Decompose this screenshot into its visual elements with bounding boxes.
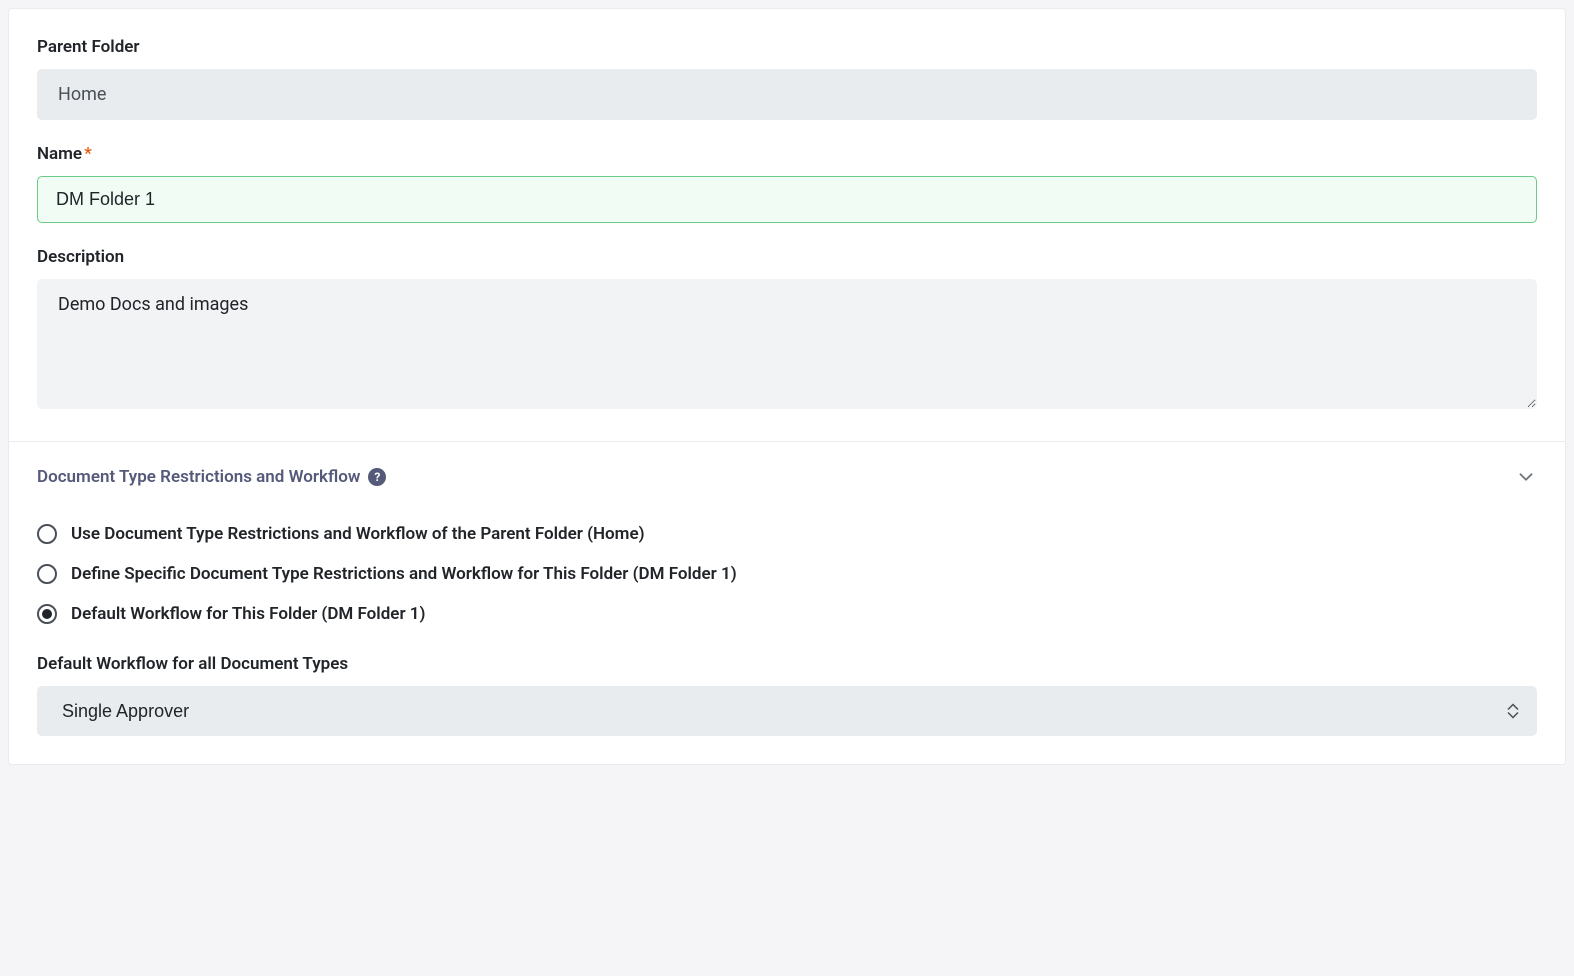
workflow-radio-inherit[interactable] [37, 524, 57, 544]
parent-folder-value: Home [37, 69, 1537, 120]
workflow-option-specific[interactable]: Define Specific Document Type Restrictio… [37, 564, 1537, 584]
workflow-option-specific-label: Define Specific Document Type Restrictio… [71, 564, 737, 584]
workflow-section-title: Document Type Restrictions and Workflow [37, 467, 360, 487]
workflow-radio-specific[interactable] [37, 564, 57, 584]
name-input[interactable] [37, 176, 1537, 223]
default-workflow-select-wrap: Single Approver [37, 686, 1537, 736]
workflow-title-wrap: Document Type Restrictions and Workflow … [37, 467, 386, 487]
description-textarea[interactable]: Demo Docs and images [37, 279, 1537, 409]
parent-folder-label: Parent Folder [37, 37, 1537, 57]
workflow-radio-group: Use Document Type Restrictions and Workf… [37, 524, 1537, 624]
description-group: Description Demo Docs and images [37, 247, 1537, 413]
workflow-option-default-label: Default Workflow for This Folder (DM Fol… [71, 604, 425, 624]
default-workflow-label: Default Workflow for all Document Types [37, 654, 1537, 674]
name-group: Name* [37, 144, 1537, 223]
name-label: Name* [37, 144, 1537, 164]
workflow-radio-default[interactable] [37, 604, 57, 624]
workflow-option-inherit-label: Use Document Type Restrictions and Workf… [71, 524, 645, 544]
workflow-section: Document Type Restrictions and Workflow … [9, 442, 1565, 764]
workflow-option-default[interactable]: Default Workflow for This Folder (DM Fol… [37, 604, 1537, 624]
default-workflow-select[interactable]: Single Approver [37, 686, 1537, 736]
workflow-option-inherit[interactable]: Use Document Type Restrictions and Workf… [37, 524, 1537, 544]
name-label-text: Name [37, 144, 82, 164]
description-label: Description [37, 247, 1537, 267]
required-asterisk: * [84, 144, 92, 164]
help-icon[interactable]: ? [368, 468, 386, 486]
basic-info-section: Parent Folder Home Name* Description Dem… [9, 9, 1565, 442]
workflow-section-header[interactable]: Document Type Restrictions and Workflow … [37, 466, 1537, 488]
parent-folder-group: Parent Folder Home [37, 37, 1537, 120]
folder-settings-card: Parent Folder Home Name* Description Dem… [8, 8, 1566, 765]
chevron-down-icon[interactable] [1515, 466, 1537, 488]
